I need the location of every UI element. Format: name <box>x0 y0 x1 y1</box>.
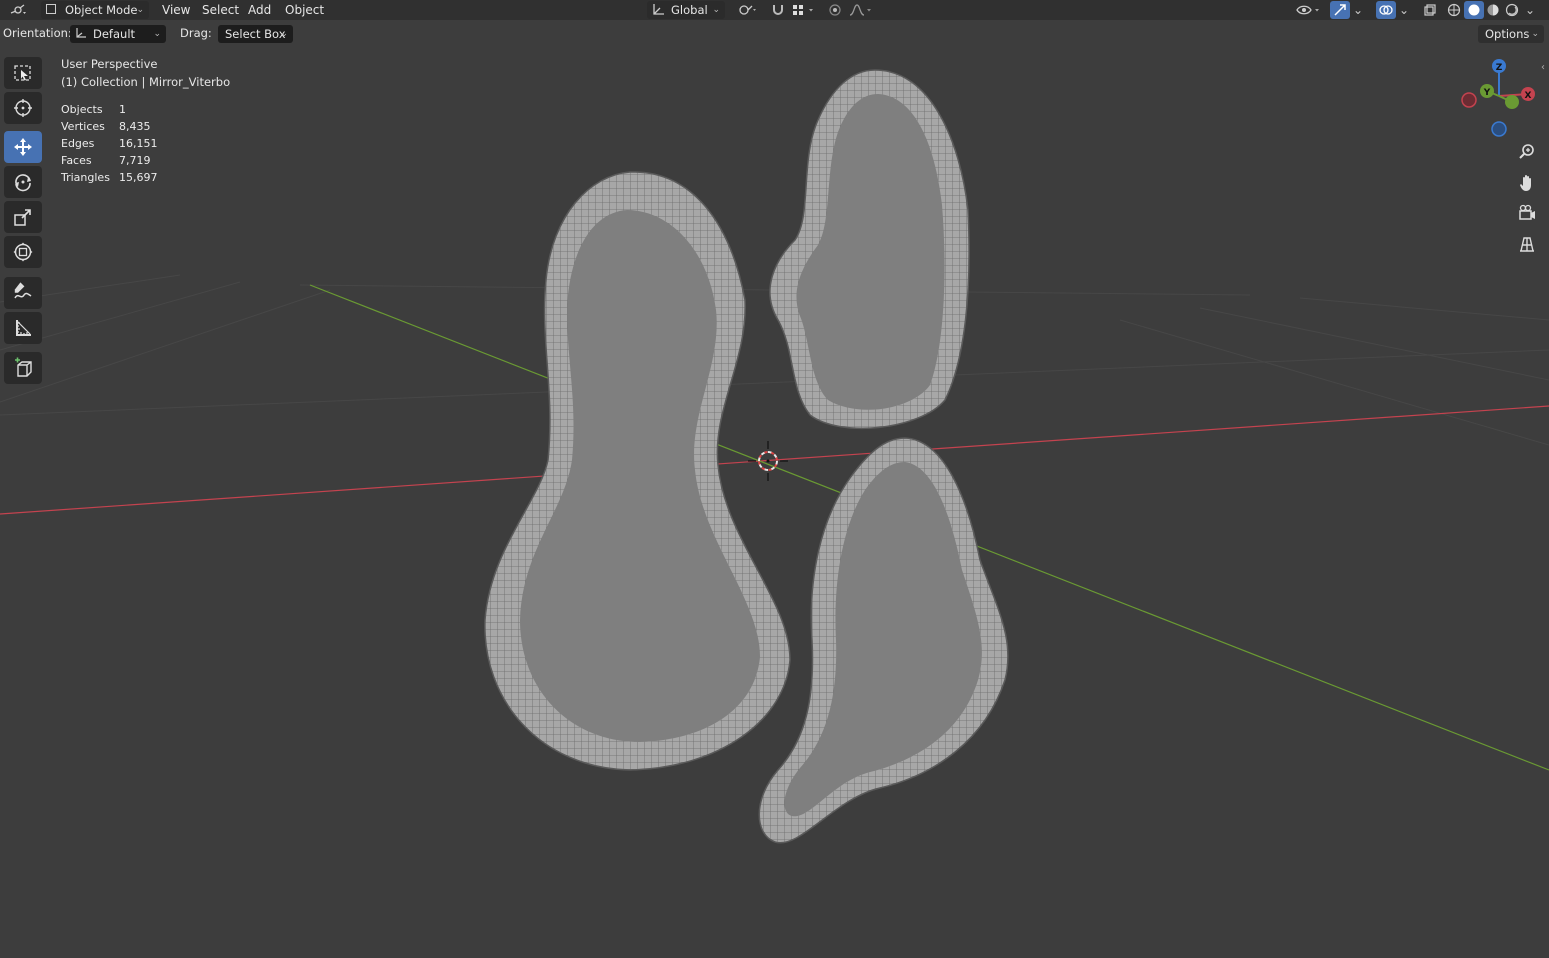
move-arrows-icon <box>14 138 32 156</box>
measure-tool[interactable] <box>4 312 42 344</box>
editor-type-icon[interactable] <box>4 1 34 19</box>
menu-view[interactable]: View <box>160 2 192 18</box>
proportional-edit-icon[interactable] <box>826 1 844 19</box>
cursor-tool[interactable] <box>4 92 42 124</box>
gizmo-x-label: X <box>1525 91 1532 101</box>
stat-edges-label: Edges <box>61 137 95 150</box>
zoom-icon[interactable] <box>1513 138 1541 166</box>
annotate-pen-icon <box>14 282 32 299</box>
orientation-value: Default <box>93 27 136 41</box>
chevron-down-icon[interactable]: ⌄ <box>1397 1 1411 19</box>
pan-hand-icon[interactable] <box>1513 169 1541 197</box>
cursor-icon <box>14 99 32 117</box>
orientation-axes-icon <box>653 4 664 15</box>
select-box-tool[interactable] <box>4 57 42 89</box>
menu-add[interactable]: Add <box>246 2 273 18</box>
drag-dropdown[interactable]: Select Box ⌄ <box>218 25 293 43</box>
camera-view-icon[interactable] <box>1513 199 1541 227</box>
3d-cursor <box>748 441 788 481</box>
chevron-down-icon: ⌄ <box>136 5 144 15</box>
3d-viewport[interactable]: User Perspective (1) Collection | Mirror… <box>0 20 1549 958</box>
stat-vertices-value: 8,435 <box>119 120 151 133</box>
material-shading-icon[interactable] <box>1484 1 1502 19</box>
stat-triangles-value: 15,697 <box>119 171 158 184</box>
stat-faces-value: 7,719 <box>119 154 151 167</box>
chevron-down-icon: ⌄ <box>280 29 288 39</box>
viewport-canvas[interactable] <box>0 20 1549 958</box>
stat-faces-label: Faces <box>61 154 92 167</box>
rotate-icon <box>15 174 31 192</box>
stat-triangles-label: Triangles <box>61 171 110 184</box>
navigation-gizmo[interactable]: Z Y X <box>1455 56 1545 140</box>
visibility-eye-icon[interactable] <box>1293 1 1325 19</box>
menu-select[interactable]: Select <box>200 2 241 18</box>
transform-orientation-label: Global <box>671 3 708 17</box>
drag-value: Select Box <box>225 27 286 41</box>
add-cube-tool[interactable] <box>4 352 42 384</box>
sidebar-toggle-icon[interactable]: ‹ <box>1541 62 1545 73</box>
perspective-grid-icon[interactable] <box>1513 230 1541 258</box>
view-name: User Perspective <box>61 57 158 71</box>
snap-increment-icon[interactable] <box>789 1 819 19</box>
orientation-dropdown[interactable]: Default ⌄ <box>70 25 166 43</box>
gizmo-z-label: Z <box>1496 63 1503 73</box>
scale-tool[interactable] <box>4 201 42 233</box>
falloff-curve-icon[interactable] <box>846 1 876 19</box>
menu-object[interactable]: Object <box>283 2 326 18</box>
transform-tool[interactable] <box>4 236 42 268</box>
orientation-axes-icon <box>76 28 86 38</box>
gizmo-y-label: Y <box>1483 88 1491 98</box>
chevron-down-icon[interactable]: ⌄ <box>1351 1 1365 19</box>
transform-icon <box>13 242 33 262</box>
xray-toggle-icon[interactable] <box>1421 1 1439 19</box>
stat-edges-value: 16,151 <box>119 137 158 150</box>
chevron-down-icon: ⌄ <box>712 5 720 15</box>
stat-objects-label: Objects <box>61 103 103 116</box>
options-dropdown[interactable]: Options ⌄ <box>1478 25 1544 43</box>
chevron-down-icon: ⌄ <box>153 29 161 39</box>
chevron-down-icon: ⌄ <box>1531 29 1539 39</box>
drag-label: Drag: <box>180 26 212 40</box>
transform-orientation-dropdown[interactable]: Global ⌄ <box>647 1 725 19</box>
mirror-top-right[interactable] <box>769 69 970 430</box>
annotate-tool[interactable] <box>4 277 42 309</box>
object-mode-icon <box>46 4 56 14</box>
stat-vertices-label: Vertices <box>61 120 105 133</box>
pivot-point-icon[interactable] <box>733 1 761 19</box>
mirror-bottom-right[interactable] <box>758 437 1009 844</box>
rotate-tool[interactable] <box>4 166 42 198</box>
measure-ruler-icon <box>16 320 31 336</box>
mode-label: Object Mode <box>65 3 138 17</box>
tool-settings-bar: Orientation: Default ⌄ Drag: Select Box … <box>0 22 1549 48</box>
scale-icon <box>14 209 31 226</box>
rendered-shading-icon[interactable] <box>1503 1 1521 19</box>
viewport-header: Object Mode ⌄ View Select Add Object Glo… <box>0 0 1549 20</box>
add-cube-icon <box>15 357 32 377</box>
stat-objects-value: 1 <box>119 103 126 116</box>
gizmo-toggle-icon[interactable] <box>1330 1 1350 19</box>
solid-shading-icon[interactable] <box>1464 1 1484 19</box>
overlays-icon[interactable] <box>1376 1 1396 19</box>
x-axis-line <box>0 405 1549 515</box>
orientation-label: Orientation: <box>3 26 72 40</box>
select-box-icon <box>14 65 31 81</box>
snap-magnet-icon[interactable] <box>768 1 788 19</box>
wireframe-shading-icon[interactable] <box>1445 1 1463 19</box>
collection-line: (1) Collection | Mirror_Viterbo <box>61 75 231 89</box>
chevron-down-icon[interactable]: ⌄ <box>1523 1 1537 19</box>
options-label: Options <box>1485 27 1530 41</box>
move-tool[interactable] <box>4 131 42 163</box>
mirror-large[interactable] <box>484 171 791 771</box>
mode-dropdown[interactable]: Object Mode ⌄ <box>41 1 149 19</box>
